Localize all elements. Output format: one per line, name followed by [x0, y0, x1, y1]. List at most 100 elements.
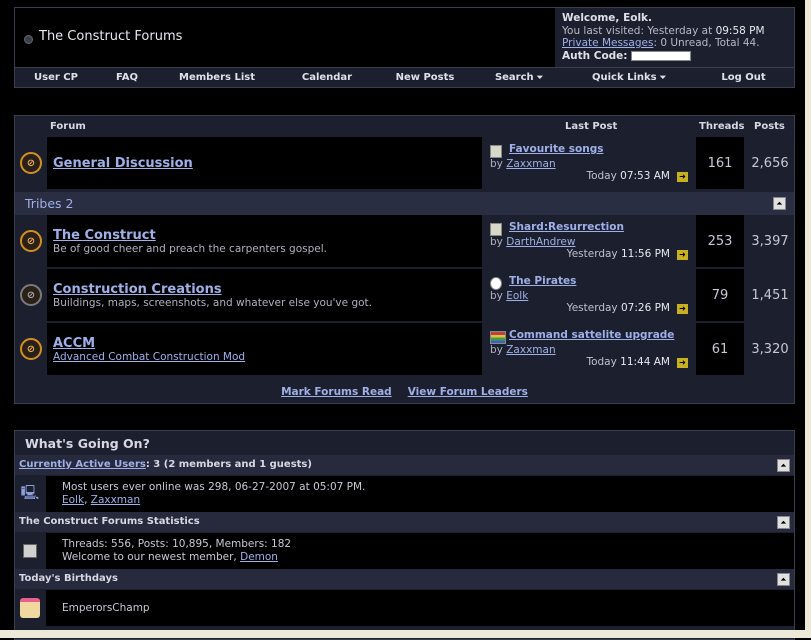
- forum-title-link[interactable]: Construction Creations: [53, 282, 222, 297]
- threads-count: 161: [696, 137, 744, 189]
- pirate-icon: [490, 277, 502, 290]
- stats-title: The Construct Forums Statistics: [19, 516, 200, 527]
- active-users-header: Currently Active Users: 3 (2 members and…: [15, 455, 794, 475]
- stats-body: Threads: 556, Posts: 10,895, Members: 18…: [46, 533, 794, 569]
- forum-status-icon: ⊘: [16, 137, 46, 189]
- forum-description: Be of good cheer and preach the carpente…: [53, 243, 327, 255]
- category-header: Tribes 2 ⏶: [15, 192, 794, 215]
- last-post-title-link[interactable]: Favourite songs: [509, 143, 603, 155]
- collapse-icon[interactable]: ⏶: [777, 516, 790, 529]
- welcome-title: Welcome, Eolk.: [562, 12, 653, 24]
- chevron-down-icon: ⏷: [536, 72, 544, 82]
- threads-count: 61: [696, 323, 744, 375]
- online-user-link[interactable]: Eolk: [62, 494, 84, 506]
- last-post-user-link[interactable]: Zaxxman: [506, 158, 555, 170]
- forum-row-the-construct: ⊘ The Construct Be of good cheer and pre…: [15, 215, 794, 267]
- last-post-title-link[interactable]: Shard:Resurrection: [509, 221, 624, 233]
- threads-count: 253: [696, 215, 744, 267]
- forum-row-construction-creations: ⊘ Construction Creations Buildings, maps…: [15, 269, 794, 321]
- whats-going-on-title: What's Going On?: [25, 436, 150, 451]
- rainbow-post-icon: [490, 331, 506, 344]
- pm-status: : 0 Unread, Total 44.: [653, 37, 760, 49]
- go-to-last-post-icon[interactable]: ➜: [677, 304, 688, 314]
- nav-log-out[interactable]: Log Out: [693, 68, 794, 87]
- most-online-text: Most users ever online was 298, 06-27-20…: [62, 481, 366, 493]
- welcome-panel: Welcome, Eolk. You last visited: Yesterd…: [555, 8, 794, 67]
- online-user-link[interactable]: Zaxxman: [91, 494, 140, 506]
- posts-count: 3,397: [746, 215, 794, 267]
- last-post-time: Today 07:53 AM: [586, 170, 670, 182]
- active-users-link[interactable]: Currently Active Users: [19, 459, 146, 470]
- forum-main-cell: ACCM Advanced Combat Construction Mod: [47, 323, 482, 375]
- last-post-by: by DarthAndrew: [490, 236, 576, 248]
- last-post-user-link[interactable]: Zaxxman: [506, 344, 555, 356]
- site-title[interactable]: The Construct Forums: [39, 29, 182, 44]
- go-to-last-post-icon[interactable]: ➜: [677, 358, 688, 368]
- last-visited-time: 09:58 PM: [715, 24, 765, 37]
- threads-count: 79: [696, 269, 744, 321]
- col-header-threads: Threads: [699, 121, 745, 132]
- forum-status-icon: ⊘: [16, 323, 46, 375]
- collapse-icon[interactable]: ⏶: [773, 197, 786, 210]
- nav-faq[interactable]: FAQ: [97, 68, 157, 87]
- auth-code-input[interactable]: [630, 50, 691, 61]
- last-post-time: Yesterday 07:26 PM: [566, 302, 670, 314]
- category-title-link[interactable]: Tribes 2: [25, 196, 73, 211]
- nav-members-list[interactable]: Members List: [157, 68, 277, 87]
- newest-member-line: Welcome to our newest member, Demon: [62, 551, 278, 563]
- stats-icon: [15, 533, 45, 569]
- subforum-link[interactable]: Advanced Combat Construction Mod: [53, 351, 245, 363]
- col-header-posts: Posts: [754, 121, 785, 132]
- go-to-last-post-icon[interactable]: ➜: [677, 172, 688, 182]
- birthday-cake-icon: [15, 590, 45, 626]
- last-post-user-link[interactable]: Eolk: [506, 290, 528, 302]
- private-messages-link[interactable]: Private Messages: [562, 37, 653, 49]
- active-users-count: : 3 (2 members and 1 guests): [145, 459, 312, 470]
- forum-main-cell: General Discussion: [47, 137, 482, 189]
- last-post-title-link[interactable]: Command sattelite upgrade: [509, 329, 674, 341]
- nav-new-posts[interactable]: New Posts: [377, 68, 473, 87]
- last-post-title-link[interactable]: The Pirates: [509, 275, 576, 287]
- forum-title-link[interactable]: ACCM: [53, 336, 95, 351]
- col-header-forum: Forum: [50, 121, 86, 132]
- birthdays-title: Today's Birthdays: [19, 573, 118, 584]
- forum-status-icon: ⊘: [16, 269, 46, 321]
- collapse-icon[interactable]: ⏶: [777, 573, 790, 586]
- forum-status-icon: ⊘: [16, 215, 46, 267]
- nav-user-cp[interactable]: User CP: [15, 68, 97, 87]
- nav-calendar[interactable]: Calendar: [277, 68, 377, 87]
- online-users-list: Eolk, Zaxxman: [62, 494, 141, 506]
- page-header: The Construct Forums Welcome, Eolk. You …: [14, 7, 795, 68]
- last-visited: You last visited: Yesterday at 09:58 PM: [562, 24, 765, 37]
- last-post-by: by Zaxxman: [490, 158, 556, 170]
- collapse-icon[interactable]: ⏶: [777, 459, 790, 472]
- active-users-body: Most users ever online was 298, 06-27-20…: [46, 476, 794, 512]
- birthday-user-link[interactable]: EmperorsChamp: [62, 602, 150, 614]
- last-post-cell: Command sattelite upgrade by Zaxxman Tod…: [484, 323, 694, 375]
- posts-count: 1,451: [746, 269, 794, 321]
- birthdays-body: EmperorsChamp: [46, 590, 794, 626]
- stats-header: The Construct Forums Statistics ⏶: [15, 512, 794, 532]
- go-to-last-post-icon[interactable]: ➜: [677, 250, 688, 260]
- forum-main-cell: Construction Creations Buildings, maps, …: [47, 269, 482, 321]
- last-post-user-link[interactable]: DarthAndrew: [506, 236, 575, 248]
- table-footer: Mark Forums Read View Forum Leaders: [15, 381, 794, 402]
- last-post-by: by Zaxxman: [490, 344, 556, 356]
- private-messages-line: Private Messages: 0 Unread, Total 44.: [562, 37, 794, 50]
- auth-code-label: Auth Code:: [562, 49, 628, 62]
- forum-table: Forum Last Post Threads Posts ⊘ General …: [14, 115, 795, 404]
- nav-search[interactable]: Search ⏷: [473, 68, 565, 87]
- forum-row-accm: ⊘ ACCM Advanced Combat Construction Mod …: [15, 323, 794, 375]
- view-forum-leaders-link[interactable]: View Forum Leaders: [408, 386, 528, 398]
- forum-description: Buildings, maps, screenshots, and whatev…: [53, 297, 372, 309]
- window-bottom-edge: [0, 630, 811, 638]
- forum-title-link[interactable]: The Construct: [53, 228, 156, 243]
- post-icon: [490, 145, 502, 158]
- col-header-last-post: Last Post: [565, 121, 618, 132]
- newest-member-link[interactable]: Demon: [240, 551, 278, 563]
- last-post-cell: The Pirates by Eolk Yesterday 07:26 PM ➜: [484, 269, 694, 321]
- mark-forums-read-link[interactable]: Mark Forums Read: [281, 386, 392, 398]
- nav-quick-links[interactable]: Quick Links ⏷: [565, 68, 693, 87]
- posts-count: 3,320: [746, 323, 794, 375]
- forum-title-link[interactable]: General Discussion: [53, 156, 193, 171]
